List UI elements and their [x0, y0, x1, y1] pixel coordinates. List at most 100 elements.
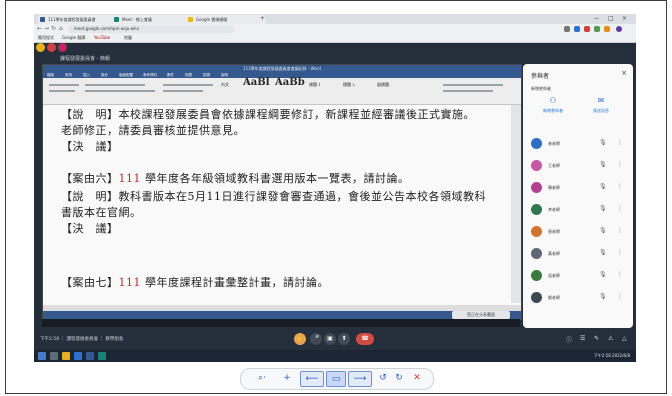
- style-heading-1[interactable]: AaBl: [243, 77, 270, 88]
- mic-icon[interactable]: 🎙: [599, 293, 607, 300]
- mic-icon[interactable]: 🎙: [599, 249, 607, 256]
- avatar: [531, 204, 542, 215]
- mic-icon[interactable]: 🎙: [599, 227, 607, 234]
- forward-icon[interactable]: →: [44, 25, 49, 33]
- word-icon[interactable]: [86, 352, 94, 360]
- doc-line: 【案由七】111 學年度課程計畫彙整計畫，請討論。: [61, 276, 329, 289]
- reload-icon[interactable]: ↻: [51, 25, 56, 33]
- mic-icon[interactable]: 🎙: [599, 139, 607, 146]
- participant-name: 林老師: [548, 141, 560, 146]
- new-tab-button[interactable]: +: [260, 14, 265, 24]
- browser-tab-1[interactable]: 111學年度課程發展委員會: [38, 15, 118, 24]
- browser-tab-3[interactable]: Google 雲端硬碟: [186, 15, 266, 24]
- meeting-info: 下午2:58 ｜ 課程發展委員會 ｜ 教學組長: [40, 337, 124, 342]
- extension-icon[interactable]: [564, 26, 570, 32]
- hangup-button[interactable]: ☎: [356, 333, 374, 345]
- more-options-icon[interactable]: ⋮: [617, 227, 623, 234]
- word-status-bar: [43, 311, 521, 319]
- extension-icon[interactable]: [604, 26, 610, 32]
- vertical-scrollbar[interactable]: [511, 105, 521, 303]
- zoom-in-icon[interactable]: +: [280, 371, 294, 385]
- shared-screen-word-window: 111學年度課程發展委員會會議紀錄 - Word 檔案 常用 插入 設計 版面配…: [42, 64, 522, 320]
- more-options-icon[interactable]: ⋮: [617, 271, 623, 278]
- participant-row[interactable]: 吳老師 🎙 ⋮: [531, 270, 627, 284]
- mic-icon[interactable]: 🎙: [599, 271, 607, 278]
- fit-button[interactable]: ▭: [326, 371, 346, 387]
- present-button[interactable]: ⬆: [338, 333, 350, 345]
- add-participant-button[interactable]: 新增參與者: [533, 108, 573, 114]
- profile-avatar[interactable]: [616, 26, 622, 32]
- people-icon[interactable]: ☰: [580, 335, 585, 342]
- mic-icon[interactable]: 🎙: [599, 161, 607, 168]
- extension-icon[interactable]: [594, 26, 600, 32]
- next-button[interactable]: ⟶: [348, 371, 372, 387]
- style-normal[interactable]: 內文: [221, 82, 229, 88]
- maximize-button[interactable]: □: [608, 14, 614, 24]
- extension-icon[interactable]: [584, 26, 590, 32]
- participant-row[interactable]: 張老師 🎙 ⋮: [531, 226, 627, 240]
- home-icon[interactable]: ⌂: [59, 25, 63, 33]
- host-controls-icon[interactable]: △: [622, 335, 627, 342]
- close-viewer-icon[interactable]: ✕: [410, 371, 424, 385]
- search-icon[interactable]: [50, 352, 58, 360]
- style-subtitle[interactable]: 標題 2: [343, 82, 355, 88]
- bookmark-youtube[interactable]: YouTube: [94, 34, 110, 42]
- app-icon[interactable]: [58, 43, 67, 52]
- more-options-icon[interactable]: ⋮: [617, 249, 623, 256]
- message-icon[interactable]: ✉: [581, 96, 621, 105]
- mic-icon[interactable]: 🎙: [599, 205, 607, 212]
- url-input[interactable]: meet.google.com/hpm-aeju-whx: [68, 25, 234, 33]
- meet-icon[interactable]: [98, 352, 106, 360]
- zoom-icon[interactable]: ⌕·: [250, 371, 274, 385]
- bookmark-apps[interactable]: 應用程式: [38, 34, 54, 42]
- close-icon[interactable]: ×: [621, 69, 627, 77]
- start-icon[interactable]: [38, 352, 46, 360]
- style-title[interactable]: 標題 1: [309, 82, 321, 88]
- close-window-button[interactable]: ×: [622, 14, 627, 24]
- avatar: [531, 292, 542, 303]
- meet-icon: [114, 17, 119, 22]
- doc-line: 老師修正，請委員審核並提供意見。: [61, 124, 245, 137]
- rotate-right-icon[interactable]: ↻: [392, 371, 406, 385]
- minimize-button[interactable]: −: [594, 14, 599, 24]
- rotate-left-icon[interactable]: ↺: [376, 371, 390, 385]
- bookmark-translate[interactable]: Google 翻譯: [62, 34, 85, 42]
- mic-icon[interactable]: 🎙: [599, 183, 607, 190]
- chrome-icon[interactable]: [74, 352, 82, 360]
- mic-button[interactable]: 🎤: [310, 333, 322, 345]
- camera-button[interactable]: ▣: [324, 333, 336, 345]
- participant-name: 陳老師: [548, 185, 560, 190]
- bookmark-maps[interactable]: 地圖: [124, 34, 132, 42]
- style-heading-2[interactable]: AaBb: [275, 77, 305, 88]
- add-person-icon[interactable]: ⚇: [533, 96, 573, 105]
- avatar: [531, 248, 542, 259]
- hand-raise-icon[interactable]: ✋: [294, 333, 306, 345]
- activities-icon[interactable]: ⚠: [608, 335, 613, 342]
- presenting-badge[interactable]: 您正在分享畫面: [452, 311, 510, 319]
- more-options-icon[interactable]: ⋮: [617, 139, 623, 146]
- more-options-icon[interactable]: ⋮: [617, 161, 623, 168]
- app-icon[interactable]: [36, 43, 45, 52]
- more-options-icon[interactable]: ⋮: [617, 205, 623, 212]
- participant-row[interactable]: 李老師 🎙 ⋮: [531, 204, 627, 218]
- style-emphasis[interactable]: 副標題: [377, 82, 389, 88]
- participant-row[interactable]: 王老師 🎙 ⋮: [531, 160, 627, 174]
- extension-icon[interactable]: [574, 26, 580, 32]
- previous-button[interactable]: ⟵: [300, 371, 324, 387]
- document-body[interactable]: 【說 明】本校課程發展委員會依據課程綱要修訂，新課程並經審議後正式實施。 老師修…: [61, 106, 486, 301]
- send-message-button[interactable]: 發送訊息: [581, 108, 621, 114]
- participant-row[interactable]: 陳老師 🎙 ⋮: [531, 182, 627, 196]
- participant-row[interactable]: 黃老師 🎙 ⋮: [531, 248, 627, 262]
- more-options-icon[interactable]: ⋮: [617, 293, 623, 300]
- avatar: [531, 160, 542, 171]
- participant-row[interactable]: 林老師 🎙 ⋮: [531, 138, 627, 152]
- app-icon[interactable]: [47, 43, 56, 52]
- doc-line: 書版本在官網。: [61, 206, 142, 219]
- folder-icon[interactable]: [62, 352, 70, 360]
- info-icon[interactable]: ⓘ: [566, 335, 572, 344]
- more-options-icon[interactable]: ⋮: [617, 183, 623, 190]
- participant-row[interactable]: 劉老師 🎙 ⋮: [531, 292, 627, 306]
- back-icon[interactable]: ←: [37, 25, 42, 33]
- browser-tab-2[interactable]: Meet - 線上會議: [112, 15, 192, 24]
- chat-icon[interactable]: ✎: [594, 335, 599, 342]
